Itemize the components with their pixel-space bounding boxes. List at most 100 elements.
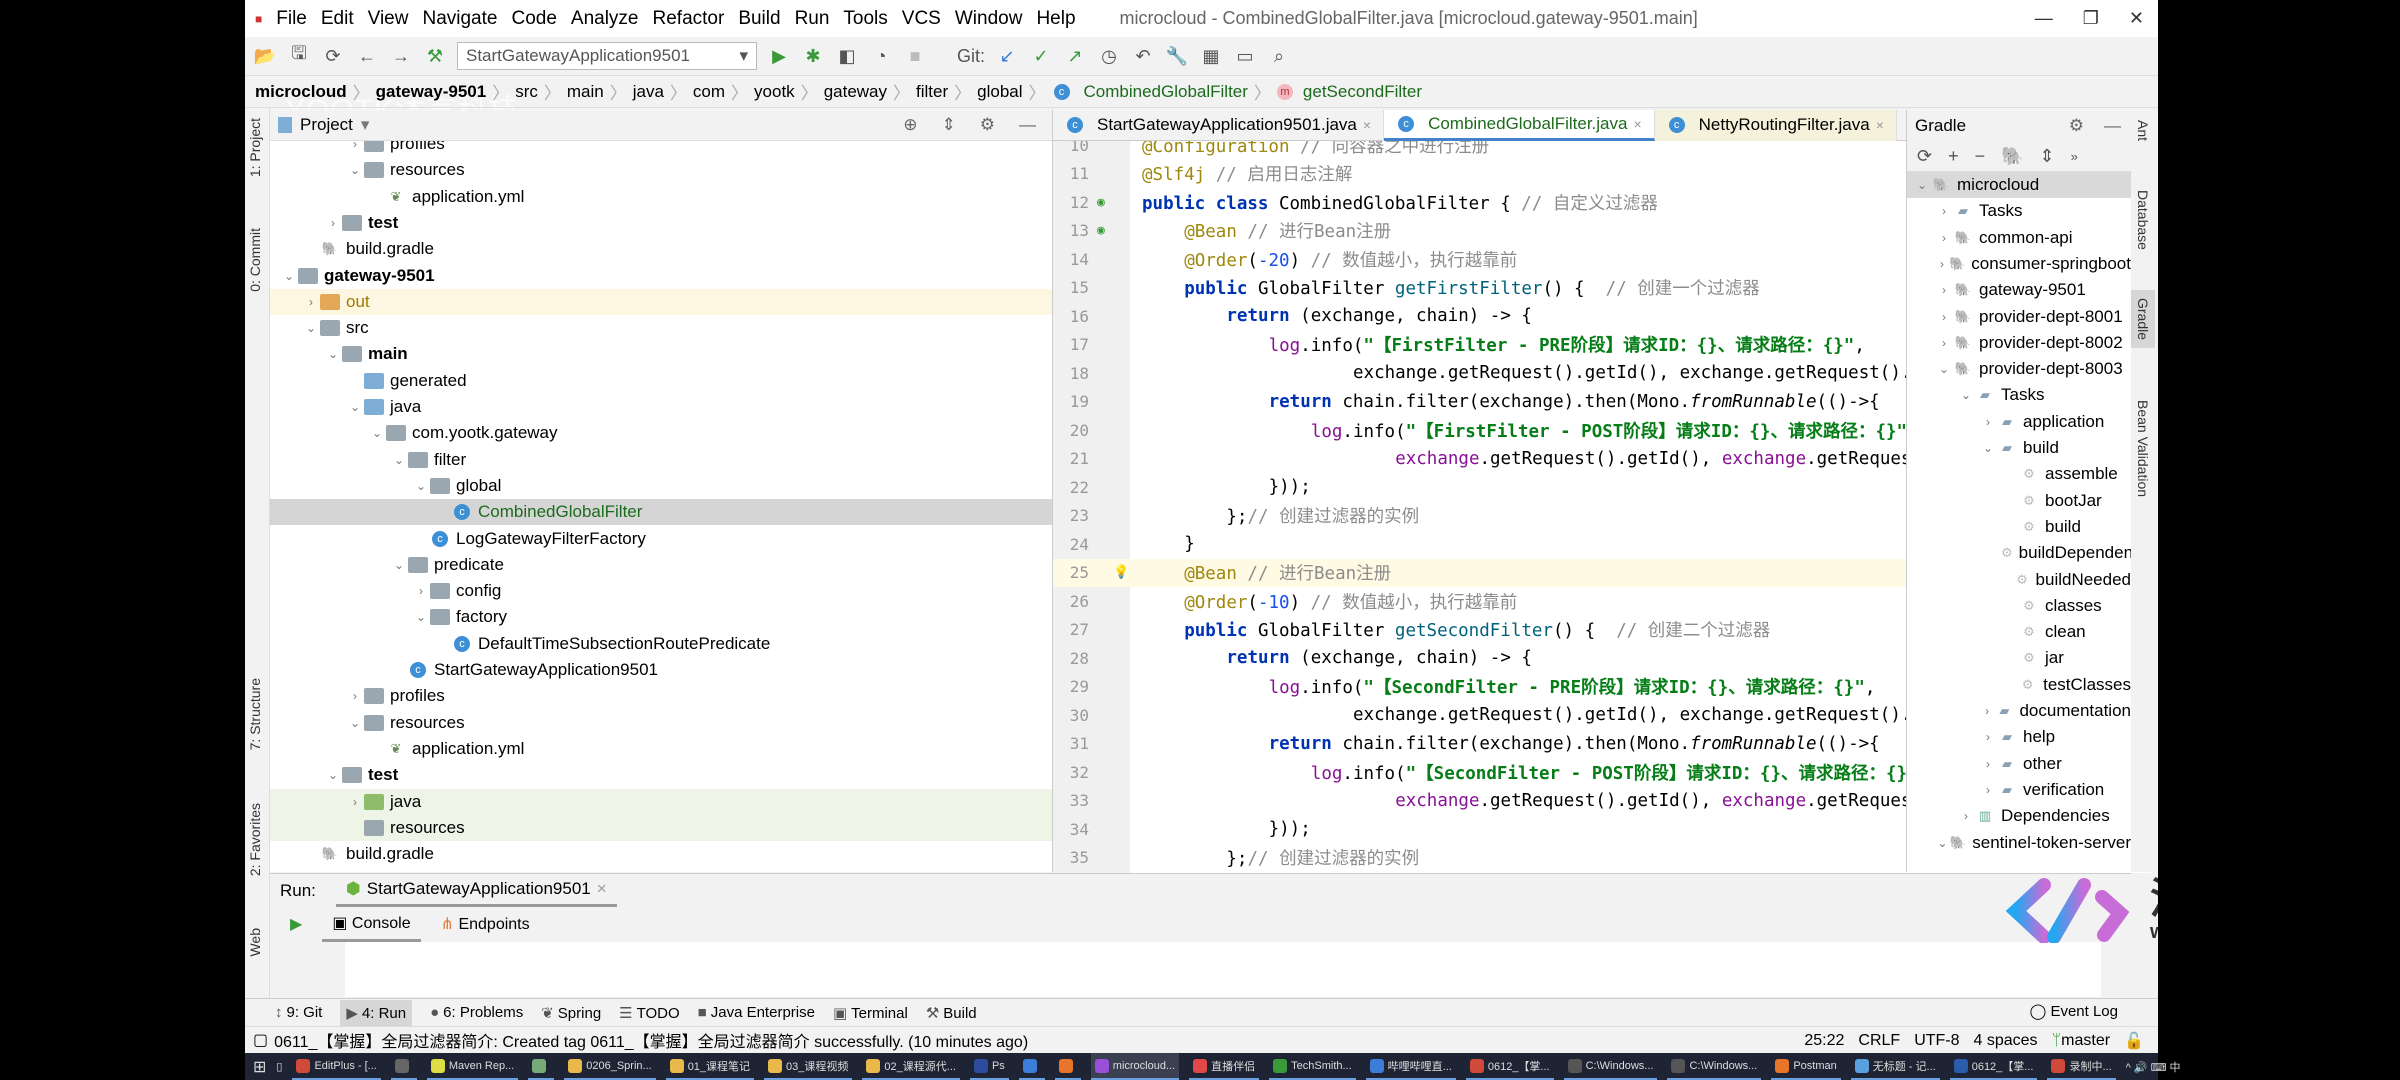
menu-view[interactable]: View: [368, 8, 409, 30]
toolwindow-4-run[interactable]: ▶ 4: Run: [340, 999, 413, 1026]
project-title[interactable]: Project: [300, 115, 353, 135]
taskbar-item[interactable]: TechSmith...: [1269, 1053, 1356, 1080]
task-view-icon[interactable]: ▯: [276, 1060, 282, 1073]
gradle-tree-item[interactable]: ⚙ classes: [1907, 593, 2131, 619]
tree-item[interactable]: c StartGatewayApplication9501: [270, 657, 1052, 683]
taskbar-item[interactable]: [390, 1053, 417, 1080]
stripe-structure[interactable]: 7: Structure: [247, 678, 263, 750]
search-icon[interactable]: ⌕: [1267, 46, 1291, 67]
gradle-tree-item[interactable]: › 🐘 gateway-9501: [1907, 277, 2131, 303]
hide-icon[interactable]: —: [1019, 115, 1036, 135]
gradle-tree-item[interactable]: ⚙ assemble: [1907, 461, 2131, 487]
chevron-down-icon[interactable]: ⌄: [324, 768, 342, 782]
presentation-icon[interactable]: ▭: [1233, 46, 1257, 67]
gradle-tree-item[interactable]: › ▰ Tasks: [1907, 198, 2131, 224]
gradle-tree-item[interactable]: › 🐘 provider-dept-8002: [1907, 330, 2131, 356]
taskbar-item[interactable]: 01_课程笔记: [665, 1053, 755, 1080]
breadcrumb-item[interactable]: CombinedGlobalFilter: [1084, 82, 1248, 102]
stripe-gradle[interactable]: Gradle: [2131, 290, 2155, 349]
tree-item[interactable]: ⌄ resources: [270, 710, 1052, 736]
file-encoding[interactable]: UTF-8: [1914, 1032, 1959, 1050]
gradle-tree-item[interactable]: ⌄ 🐘 microcloud: [1907, 172, 2131, 198]
gradle-tree-item[interactable]: › ▰ other: [1907, 751, 2131, 777]
chevron-down-icon[interactable]: ⌄: [1957, 388, 1975, 402]
chevron-right-icon[interactable]: ›: [346, 141, 364, 151]
breadcrumb-item[interactable]: gateway-9501: [376, 82, 487, 102]
toolwindow-build[interactable]: ⚒ Build: [926, 1004, 977, 1022]
close-icon[interactable]: ×: [597, 879, 607, 899]
bean-class-icon[interactable]: ◉: [1097, 195, 1105, 210]
chevron-right-icon[interactable]: ›: [346, 689, 364, 703]
chevron-right-icon[interactable]: ›: [1979, 415, 1997, 429]
tree-item[interactable]: ⌄ com.yootk.gateway: [270, 420, 1052, 446]
chevron-right-icon[interactable]: ›: [1979, 704, 1995, 718]
tree-item[interactable]: ⌄ predicate: [270, 552, 1052, 578]
gradle-tree-item[interactable]: › 🐘 provider-dept-8001: [1907, 304, 2131, 330]
tab-console[interactable]: ▣ Console: [322, 907, 421, 942]
chevron-right-icon[interactable]: ›: [1935, 231, 1953, 245]
collapse-all-icon[interactable]: ⇕: [942, 115, 956, 135]
tab-combinedglobalfilter-java[interactable]: c CombinedGlobalFilter.java ×: [1384, 109, 1655, 141]
taskbar-item[interactable]: Ps: [969, 1053, 1009, 1080]
back-icon[interactable]: ←: [355, 46, 379, 67]
add-icon[interactable]: +: [1948, 146, 1959, 167]
profile-icon[interactable]: ◔: [869, 46, 893, 67]
taskbar-item[interactable]: Maven Rep...: [426, 1053, 519, 1080]
gear-icon[interactable]: ⚙: [980, 115, 995, 135]
gradle-tree-item[interactable]: ⚙ buildDependents: [1907, 540, 2131, 566]
chevron-right-icon[interactable]: ›: [1935, 204, 1953, 218]
taskbar-item[interactable]: [1054, 1053, 1081, 1080]
menu-window[interactable]: Window: [955, 8, 1023, 30]
more-icon[interactable]: »: [2071, 149, 2078, 164]
expand-icon[interactable]: ⇕: [2040, 146, 2055, 167]
chevron-down-icon[interactable]: ⌄: [412, 479, 430, 493]
windows-start-icon[interactable]: ⊞: [253, 1057, 266, 1077]
gradle-tree-item[interactable]: › 🐘 common-api: [1907, 225, 2131, 251]
taskbar-item[interactable]: Postman: [1771, 1053, 1841, 1080]
gradle-tree-item[interactable]: ⚙ clean: [1907, 619, 2131, 645]
tab-nettyroutingfilter-java[interactable]: c NettyRoutingFilter.java ×: [1654, 109, 1897, 141]
chevron-down-icon[interactable]: ▾: [361, 115, 370, 135]
build-hammer-icon[interactable]: ⚒: [423, 46, 447, 67]
git-commit-icon[interactable]: ✓: [1029, 46, 1053, 67]
gradle-tree-item[interactable]: ⚙ bootJar: [1907, 488, 2131, 514]
chevron-down-icon[interactable]: ⌄: [1913, 178, 1931, 192]
tree-item[interactable]: › test: [270, 210, 1052, 236]
tree-item[interactable]: ⌄ java: [270, 394, 1052, 420]
taskbar-item[interactable]: C:\Windows...: [1563, 1053, 1658, 1080]
breadcrumb-item[interactable]: java: [633, 82, 664, 102]
tree-item[interactable]: generated: [270, 368, 1052, 394]
stripe-bean-validation[interactable]: Bean Validation: [2135, 400, 2151, 497]
chevron-right-icon[interactable]: ›: [346, 795, 364, 809]
menu-edit[interactable]: Edit: [321, 8, 354, 30]
tree-item[interactable]: c LogGatewayFilterFactory: [270, 526, 1052, 552]
tree-item[interactable]: ⌄ test: [270, 762, 1052, 788]
git-push-icon[interactable]: ↗: [1063, 46, 1087, 67]
chevron-down-icon[interactable]: ⌄: [390, 453, 408, 467]
menu-refactor[interactable]: Refactor: [653, 8, 725, 30]
stripe-project[interactable]: 1: Project: [247, 118, 263, 177]
stop-icon[interactable]: ■: [903, 46, 927, 67]
taskbar-item[interactable]: EditPlus - [...: [292, 1053, 381, 1080]
refresh-icon[interactable]: ⟳: [1917, 146, 1932, 167]
chevron-right-icon[interactable]: ›: [1979, 783, 1997, 797]
chevron-down-icon[interactable]: ⌄: [346, 163, 364, 177]
chevron-right-icon[interactable]: ›: [1935, 283, 1953, 297]
tab-startgatewayapplication9501-java[interactable]: c StartGatewayApplication9501.java ×: [1053, 109, 1385, 141]
breadcrumb-item[interactable]: getSecondFilter: [1303, 82, 1422, 102]
breadcrumb-item[interactable]: global: [977, 82, 1022, 102]
close-icon[interactable]: ✕: [2129, 8, 2144, 29]
tree-item[interactable]: ⌄ filter: [270, 447, 1052, 473]
taskbar-item[interactable]: 录制中...: [2047, 1053, 2116, 1080]
tree-item[interactable]: ⌄ main: [270, 341, 1052, 367]
taskbar-item[interactable]: 哔哩哔哩直...: [1365, 1053, 1456, 1080]
run-config-tab[interactable]: ⬢ StartGatewayApplication9501 ×: [335, 874, 617, 907]
stripe-database[interactable]: Database: [2135, 190, 2151, 250]
gradle-tree-item[interactable]: › ▥ Dependencies: [1907, 803, 2131, 829]
chevron-down-icon[interactable]: ⌄: [346, 716, 364, 730]
tree-item[interactable]: ⌄ factory: [270, 604, 1052, 630]
chevron-right-icon[interactable]: ›: [1935, 257, 1949, 271]
project-structure-icon[interactable]: ▦: [1199, 46, 1223, 67]
tree-item[interactable]: ⌄ src: [270, 315, 1052, 341]
event-log-button[interactable]: ◯ Event Log: [2029, 1002, 2118, 1020]
